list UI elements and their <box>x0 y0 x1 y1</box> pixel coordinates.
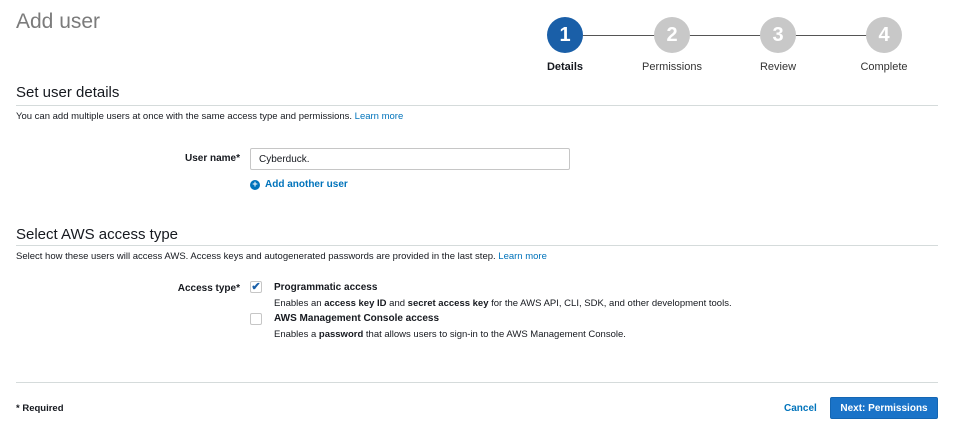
user-name-input[interactable] <box>250 148 570 170</box>
access-type-label: Access type* <box>177 283 240 294</box>
console-access-description: Enables a password that allows users to … <box>274 329 626 340</box>
console-access-checkbox[interactable] <box>250 313 262 325</box>
programmatic-access-title: Programmatic access <box>274 282 378 293</box>
footer-divider <box>16 382 938 383</box>
access-type-description: Select how these users will access AWS. … <box>16 251 547 262</box>
next-permissions-button[interactable]: Next: Permissions <box>830 397 938 419</box>
step-connector <box>795 35 867 36</box>
add-another-user-label: Add another user <box>265 179 348 190</box>
section-divider <box>16 105 938 106</box>
learn-more-link[interactable]: Learn more <box>498 251 547 262</box>
console-access-title: AWS Management Console access <box>274 313 440 324</box>
learn-more-link[interactable]: Learn more <box>355 111 404 122</box>
wizard-steps: 1 2 3 4 Details Permissions Review Compl… <box>0 0 958 80</box>
access-type-description-text: Select how these users will access AWS. … <box>16 251 496 262</box>
desc-emphasis: secret access key <box>407 298 489 309</box>
cancel-button[interactable]: Cancel <box>784 403 817 414</box>
programmatic-access-checkbox[interactable]: ✔ <box>250 281 262 293</box>
add-another-user-link[interactable]: + Add another user <box>250 179 348 190</box>
section-divider <box>16 245 938 246</box>
step-4-label: Complete <box>860 61 908 73</box>
user-name-label: User name* <box>184 153 240 164</box>
programmatic-access-description: Enables an access key ID and secret acce… <box>274 298 732 309</box>
plus-circle-icon: + <box>250 179 260 190</box>
desc-text: Enables a <box>274 329 319 340</box>
access-type-title: Select AWS access type <box>16 226 179 243</box>
step-1-label: Details <box>546 61 584 73</box>
desc-text: that allows users to sign-in to the AWS … <box>363 329 626 340</box>
desc-text: Enables an <box>274 298 325 309</box>
user-details-description: You can add multiple users at once with … <box>16 111 403 122</box>
checkmark-icon: ✔ <box>251 280 261 293</box>
desc-text: and <box>386 298 408 309</box>
step-2-label: Permissions <box>642 61 702 73</box>
desc-emphasis: password <box>318 329 364 340</box>
step-2-circle: 2 <box>654 17 690 53</box>
required-note: * Required <box>16 403 64 414</box>
user-details-title: Set user details <box>16 84 120 101</box>
step-3-label: Review <box>759 61 797 73</box>
desc-emphasis: access key ID <box>324 298 387 309</box>
step-connector <box>689 35 761 36</box>
desc-text: for the AWS API, CLI, SDK, and other dev… <box>488 298 732 309</box>
step-4-circle: 4 <box>866 17 902 53</box>
step-connector <box>583 35 655 36</box>
step-3-circle: 3 <box>760 17 796 53</box>
step-1-circle: 1 <box>547 17 583 53</box>
user-details-description-text: You can add multiple users at once with … <box>16 111 353 122</box>
